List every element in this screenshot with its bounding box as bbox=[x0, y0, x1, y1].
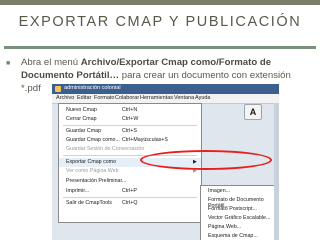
highlight-ellipse bbox=[140, 150, 272, 170]
title-divider bbox=[4, 46, 316, 49]
menu-archivo[interactable]: Archivo bbox=[56, 95, 74, 101]
menu-separator bbox=[63, 125, 197, 126]
app-icon bbox=[55, 86, 61, 92]
menu-editar[interactable]: Editar bbox=[77, 95, 91, 101]
menu-item-guardar-como[interactable]: Guardar Cmap como... Ctrl+Mayúsculas+S bbox=[59, 136, 201, 145]
submenu-item-pagina-web[interactable]: Página Web... bbox=[201, 223, 275, 232]
menu-item-salir[interactable]: Salir de CmapTools Ctrl+Q bbox=[59, 199, 201, 208]
window-title: administración colonial bbox=[64, 85, 121, 91]
submenu-item-svg[interactable]: Vector Gráfico Escalable... bbox=[201, 214, 275, 223]
menu-item-imprimir[interactable]: Imprimir... Ctrl+P bbox=[59, 187, 201, 196]
window-titlebar: administración colonial bbox=[52, 84, 279, 94]
export-submenu: Imagen... Formato de Documento Portátil.… bbox=[200, 185, 276, 240]
menu-item-presentacion-preliminar[interactable]: Presentación Preliminar... bbox=[59, 177, 201, 186]
bullet-prefix: Abra el menú bbox=[21, 57, 81, 68]
menu-formato[interactable]: Formato bbox=[94, 95, 114, 101]
font-style-badge[interactable]: A bbox=[244, 104, 262, 120]
bullet-icon: ■ bbox=[6, 60, 11, 67]
menu-herramientas[interactable]: Herramientas bbox=[140, 95, 173, 101]
right-panel bbox=[274, 103, 279, 240]
submenu-item-imagen[interactable]: Imagen... bbox=[201, 187, 275, 196]
slide-title: EXPORTAR CMAP Y PUBLICACIÓN bbox=[18, 14, 302, 30]
menu-ayuda[interactable]: Ayuda bbox=[195, 95, 211, 101]
menu-item-guardar-cmap[interactable]: Guardar Cmap Ctrl+S bbox=[59, 127, 201, 136]
menu-colaborar[interactable]: Colaborar bbox=[115, 95, 139, 101]
menu-ventana[interactable]: Ventana bbox=[174, 95, 194, 101]
menu-separator bbox=[63, 197, 197, 198]
menu-item-cerrar-cmap[interactable]: Cerrar Cmap Ctrl+W bbox=[59, 115, 201, 124]
submenu-item-postscript[interactable]: Formato Postscript... bbox=[201, 205, 275, 214]
submenu-item-pdf[interactable]: Formato de Documento Portátil... bbox=[201, 196, 275, 209]
top-accent-bar bbox=[0, 0, 320, 5]
submenu-item-esquema[interactable]: Esquema de Cmap... bbox=[201, 232, 275, 240]
menu-item-nuevo-cmap[interactable]: Nuevo Cmap Ctrl+N bbox=[59, 106, 201, 115]
